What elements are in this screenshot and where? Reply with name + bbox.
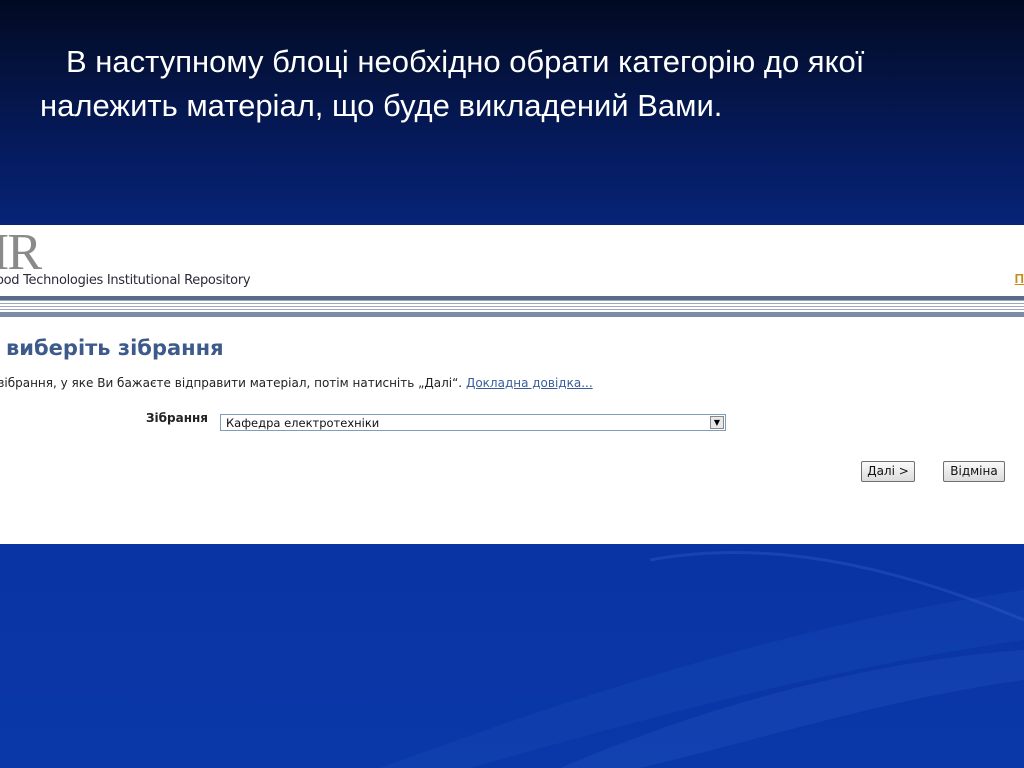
repository-screenshot: IR ood Technologies Institutional Reposi…	[0, 225, 1024, 544]
next-button[interactable]: Далі >	[861, 461, 915, 482]
page-title: виберіть зібрання	[6, 336, 224, 360]
dropdown-arrow-icon[interactable]: ▼	[710, 416, 724, 429]
top-right-link[interactable]: П	[1015, 271, 1024, 286]
collection-label: Зібрання	[146, 411, 208, 425]
repository-name: ood Technologies Institutional Repositor…	[0, 273, 251, 288]
header-stripes	[0, 300, 1024, 312]
header-divider-bottom	[0, 312, 1024, 317]
caption-line-1: В наступному блоці необхідно обрати кате…	[66, 44, 865, 79]
cancel-button[interactable]: Відміна	[943, 461, 1005, 482]
instruction-text: зібрання, у яке Ви бажаєте відправити ма…	[0, 376, 593, 390]
collection-select[interactable]: Кафедра електротехніки ▼	[220, 414, 726, 431]
collection-select-value: Кафедра електротехніки	[226, 416, 380, 430]
caption-line-2: належить матеріал, що буде викладений Ва…	[40, 88, 723, 123]
help-link[interactable]: Докладна довідка...	[466, 376, 593, 390]
instruction-sentence: зібрання, у яке Ви бажаєте відправити ма…	[0, 376, 463, 390]
slide-caption: В наступному блоці необхідно обрати кате…	[40, 40, 980, 128]
